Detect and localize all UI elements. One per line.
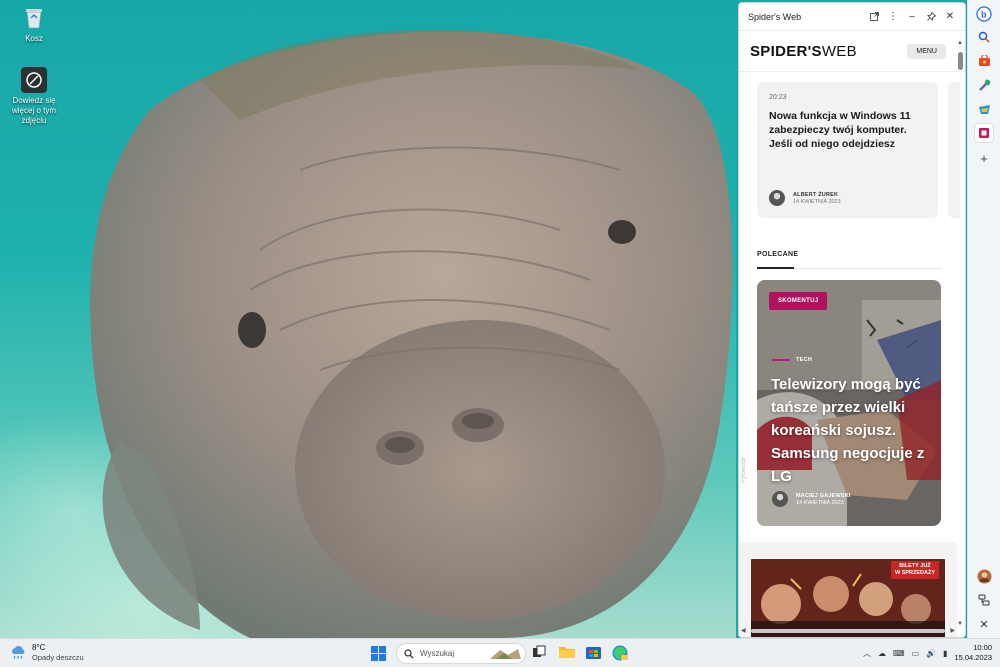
author-name[interactable]: MACIEJ GAJEWSKI [796,493,851,499]
scroll-up-icon[interactable]: ▲ [957,40,963,46]
microsoft-store-icon[interactable] [586,645,602,661]
sidebar-app-panel: Spider's Web ⋮ – ✕ SPIDER'SWEB MENU ▲ ▼ … [738,2,966,638]
panel-title: Spider's Web [748,11,802,22]
desktop-wallpaper: Kosz Dowiedz się więcej o tym zdjęciu [0,0,736,638]
article-date: 14 KWIETNIA 2023 [796,499,844,506]
rain-cloud-icon [12,645,25,659]
website-content: SPIDER'SWEB MENU ▲ ▼ 20:23 Nowa funkcja … [739,32,965,637]
keyboard-icon[interactable]: ⌨ [893,649,905,658]
horizontal-scrollbar-thumb[interactable] [751,629,945,633]
comment-badge[interactable]: SKOMENTUJ [769,292,828,310]
next-news-card[interactable] [948,82,960,218]
news-time: 20:23 [769,94,787,101]
weather-temperature: 8°C [32,643,46,652]
news-card[interactable]: 20:23 Nowa funkcja w Windows 11 zabezpie… [757,82,938,218]
desktop-icon-recycle-bin[interactable]: Kosz [1,5,67,44]
clock[interactable]: 10:00 15.04.2023 [954,643,992,663]
onedrive-icon[interactable]: ☁ [878,649,886,658]
battery-icon[interactable]: ▮ [943,649,947,658]
learn-about-picture-icon [21,67,47,93]
games-icon[interactable] [974,99,994,119]
section-divider [757,267,942,269]
windows-logo-icon [371,646,386,661]
recycle-bin-icon [21,5,47,31]
logo-bold-text: SPIDER'S [750,43,822,60]
search-placeholder: Wyszukaj [420,649,455,658]
pin-icon[interactable] [922,8,940,26]
scroll-right-icon[interactable]: ▶ [950,627,955,634]
search-icon [404,648,414,658]
open-in-new-tab-icon[interactable] [865,8,883,26]
start-button[interactable] [371,646,386,666]
author-avatar [772,491,788,507]
system-tray: ︿ ☁ ⌨ ▭ 🔊 ▮ 10:00 15.04.2023 [863,643,992,663]
display-icon[interactable]: ▭ [912,649,920,658]
clock-date: 15.04.2023 [954,653,992,662]
site-header: SPIDER'SWEB MENU [739,32,965,72]
add-icon[interactable]: + [974,148,994,168]
file-explorer-icon[interactable] [559,645,575,661]
ad-badge-line2: W SPRZEDAŻY [894,570,935,576]
category-tag[interactable]: TECH [772,357,812,363]
close-icon[interactable]: ✕ [941,8,959,26]
article-date: 14 KWIETNIA 2023 [793,198,841,205]
tools-icon[interactable] [974,75,994,95]
edge-sidebar-rail: b + ✕ [967,0,1000,638]
bing-chat-icon[interactable]: b [974,4,994,24]
manatee-photo [90,29,733,638]
watermark-text: Pyrowizor [741,457,747,484]
show-hidden-icons-icon[interactable]: ︿ [863,648,871,659]
featured-author-row: MACIEJ GAJEWSKI 14 KWIETNIA 2023 [772,491,851,507]
section-title: POLECANE [757,251,799,258]
close-sidebar-icon[interactable]: ✕ [974,614,994,634]
more-icon[interactable]: ⋮ [884,8,902,26]
category-label: TECH [796,357,813,363]
site-logo[interactable]: SPIDER'SWEB [750,43,907,60]
shopping-icon[interactable] [974,51,994,71]
search-icon[interactable] [974,27,994,47]
news-author-row: ALBERT ŻUREK 14 KWIETNIA 2023 [769,190,841,206]
logo-thin-text: WEB [821,43,857,60]
desktop-icon-label: Dowiedz się więcej o tym zdjęciu [11,96,56,125]
ad-badge-line1: BILETY JUŻ [899,563,931,569]
minimize-icon[interactable]: – [903,8,921,26]
featured-article-card[interactable]: SKOMENTUJ TECH Telewizory mogą być tańsz… [757,280,941,526]
featured-headline[interactable]: Telewizory mogą być tańsze przez wielki … [771,373,931,488]
weather-widget[interactable]: 8°C Opady deszczu [10,643,84,662]
author-avatar [769,190,785,206]
scroll-left-icon[interactable]: ◀ [741,627,746,634]
menu-button[interactable]: MENU [907,44,946,59]
horizontal-scrollbar[interactable]: ◀ ▶ [741,627,963,635]
spiders-web-app-icon[interactable] [974,123,994,143]
weather-description: Opady deszczu [32,653,84,662]
volume-icon[interactable]: 🔊 [926,649,936,658]
scrollbar-thumb[interactable] [958,52,963,70]
search-highlight-icon [490,648,521,659]
clock-time: 10:00 [973,643,992,652]
edge-browser-icon[interactable] [612,645,628,661]
task-view-icon[interactable] [532,645,548,661]
panel-titlebar: Spider's Web ⋮ – ✕ [739,3,965,31]
news-headline[interactable]: Nowa funkcja w Windows 11 zabezpieczy tw… [769,109,926,151]
category-marker [772,359,790,361]
svg-text:b: b [981,10,987,20]
author-name[interactable]: ALBERT ŻUREK [793,192,841,198]
desktop-icon-learn-about-picture[interactable]: Dowiedz się więcej o tym zdjęciu [1,67,67,126]
taskbar: 8°C Opady deszczu Wyszukaj ︿ ☁ ⌨ ▭ 🔊 ▮ 1… [0,638,1000,667]
advertisement-area: BILETY JUŻ W SPRZEDAŻY [739,542,957,637]
taskbar-search[interactable]: Wyszukaj [396,643,526,664]
profile-avatar-icon[interactable] [974,566,994,586]
split-screen-icon[interactable] [974,590,994,610]
desktop-icon-label: Kosz [25,34,43,43]
ad-badge: BILETY JUŻ W SPRZEDAŻY [890,561,939,579]
